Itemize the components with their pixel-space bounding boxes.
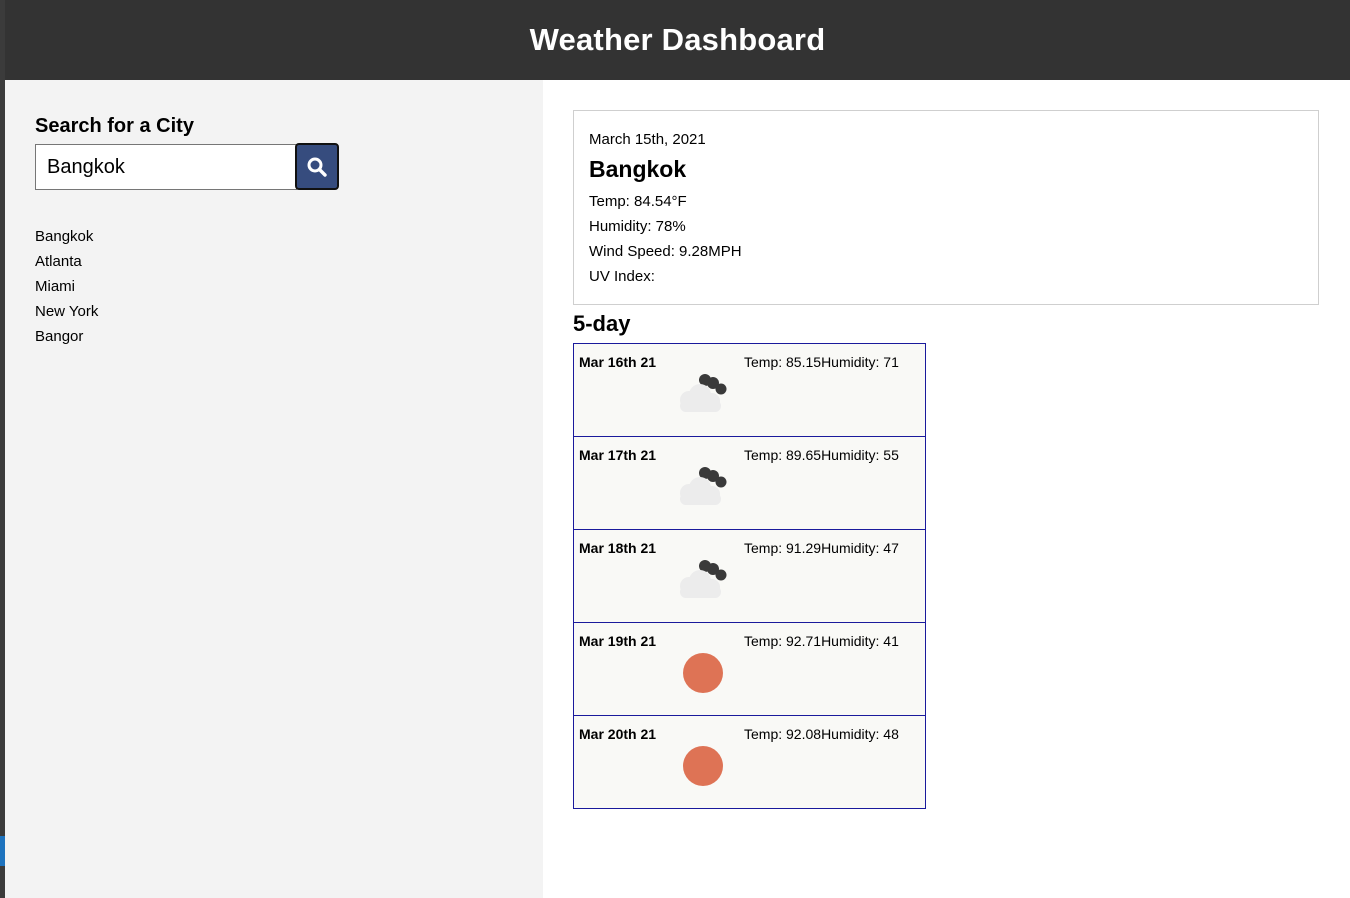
- forecast-stats: Temp: 89.65Humidity: 55: [744, 447, 899, 463]
- history-item[interactable]: New York: [35, 299, 98, 324]
- current-date: March 15th, 2021: [589, 131, 706, 148]
- forecast-card: Mar 16th 21 Temp: 85.15Humidity: 71: [573, 343, 926, 437]
- sidebar: Search for a City Bangkok Atlanta Miami …: [5, 80, 543, 898]
- forecast-humidity: Humidity: 55: [821, 447, 899, 463]
- search-history-list: Bangkok Atlanta Miami New York Bangor: [35, 224, 98, 349]
- current-temp: Temp: 84.54°F: [589, 193, 687, 210]
- forecast-stats: Temp: 92.08Humidity: 48: [744, 726, 899, 742]
- current-humidity: Humidity: 78%: [589, 218, 686, 235]
- forecast-humidity: Humidity: 47: [821, 540, 899, 556]
- forecast-humidity: Humidity: 41: [821, 633, 899, 649]
- current-city: Bangkok: [589, 156, 687, 182]
- forecast-card: Mar 19th 21 Temp: 92.71Humidity: 41: [573, 622, 926, 716]
- forecast-date: Mar 18th 21: [579, 540, 657, 556]
- search-icon: [307, 157, 327, 177]
- history-item[interactable]: Atlanta: [35, 249, 98, 274]
- sun-icon: [683, 746, 723, 786]
- forecast-date: Mar 19th 21: [579, 633, 657, 649]
- forecast-list: Mar 16th 21 Temp: 85.15Humidity: 71 Mar …: [573, 343, 926, 809]
- sun-icon: [683, 653, 723, 693]
- history-item[interactable]: Bangkok: [35, 224, 98, 249]
- current-wind: Wind Speed: 9.28MPH: [589, 243, 742, 260]
- page-title: Weather Dashboard: [529, 22, 826, 57]
- forecast-temp: Temp: 91.29: [744, 540, 822, 556]
- forecast-card: Mar 20th 21 Temp: 92.08Humidity: 48: [573, 715, 926, 809]
- forecast-temp: Temp: 92.71: [744, 633, 822, 649]
- forecast-stats: Temp: 92.71Humidity: 41: [744, 633, 899, 649]
- forecast-temp: Temp: 85.15: [744, 354, 822, 370]
- forecast-humidity: Humidity: 71: [821, 354, 899, 370]
- forecast-date: Mar 17th 21: [579, 447, 657, 463]
- current-weather-card: March 15th, 2021 Bangkok Temp: 84.54°F H…: [573, 110, 1319, 305]
- forecast-temp: Temp: 92.08: [744, 726, 822, 742]
- forecast-temp: Temp: 89.65: [744, 447, 822, 463]
- cloudy-night-icon: [680, 560, 727, 598]
- cloudy-night-icon: [680, 374, 727, 412]
- cloudy-night-icon: [680, 467, 727, 505]
- forecast-card: Mar 17th 21 Temp: 89.65Humidity: 55: [573, 436, 926, 530]
- current-uv-index: UV Index:: [589, 268, 655, 285]
- forecast-date: Mar 20th 21: [579, 726, 657, 742]
- forecast-date: Mar 16th 21: [579, 354, 657, 370]
- app-header: Weather Dashboard: [5, 0, 1350, 80]
- search-input[interactable]: [35, 144, 297, 190]
- forecast-stats: Temp: 91.29Humidity: 47: [744, 540, 899, 556]
- forecast-card: Mar 18th 21 Temp: 91.29Humidity: 47: [573, 529, 926, 623]
- search-button[interactable]: [295, 143, 339, 190]
- forecast-humidity: Humidity: 48: [821, 726, 899, 742]
- forecast-title: 5-day: [573, 311, 631, 336]
- history-item[interactable]: Miami: [35, 274, 98, 299]
- search-label: Search for a City: [35, 115, 194, 137]
- main-content: March 15th, 2021 Bangkok Temp: 84.54°F H…: [543, 80, 1350, 898]
- history-item[interactable]: Bangor: [35, 324, 98, 349]
- forecast-stats: Temp: 85.15Humidity: 71: [744, 354, 899, 370]
